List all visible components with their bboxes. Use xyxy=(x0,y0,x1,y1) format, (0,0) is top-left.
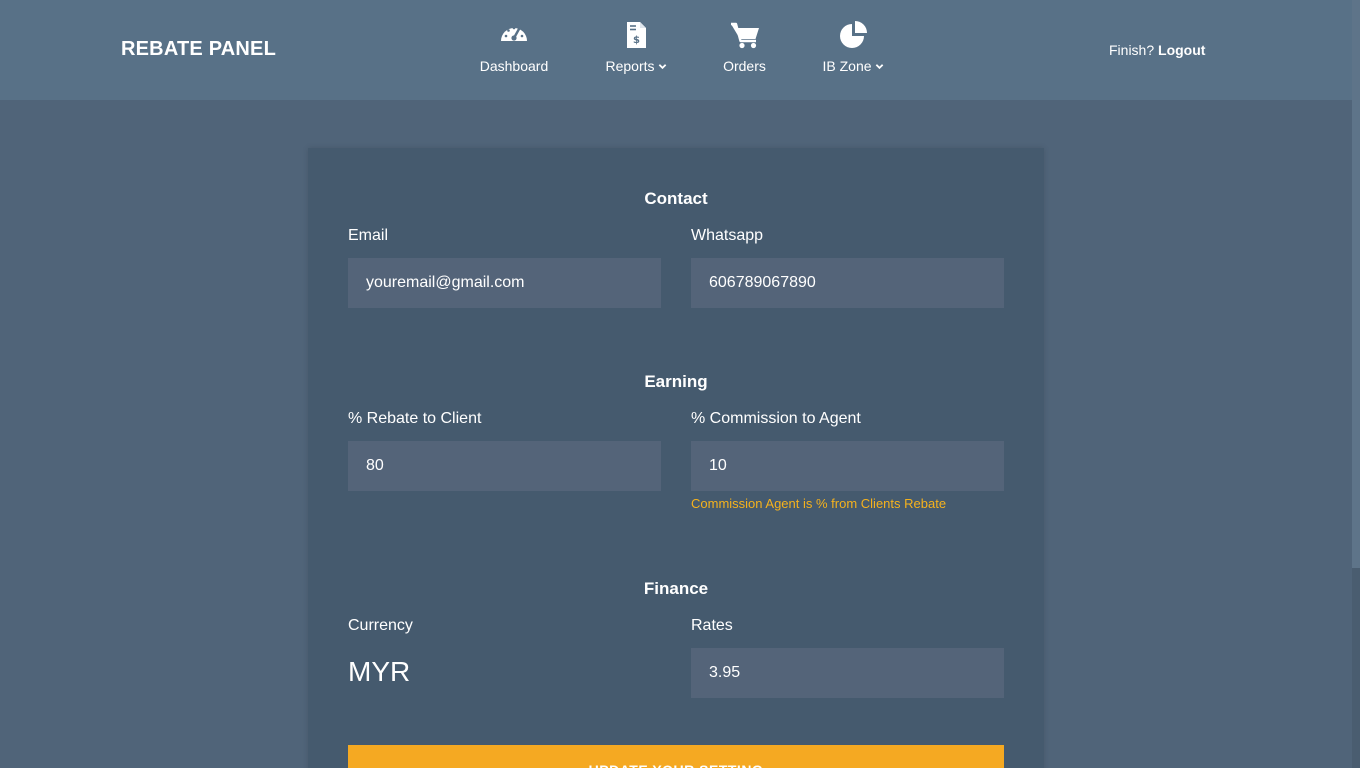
contact-section-title: Contact xyxy=(644,189,708,208)
currency-value: MYR xyxy=(348,656,411,687)
currency-label: Currency xyxy=(348,617,413,634)
rates-field[interactable] xyxy=(691,648,1004,698)
email-field[interactable] xyxy=(348,258,661,308)
page-scrollbar[interactable] xyxy=(1352,0,1360,768)
nav-dashboard[interactable]: Dashboard xyxy=(479,20,549,80)
finance-section-title: Finance xyxy=(643,579,709,598)
invoice-icon: $ xyxy=(627,22,646,48)
brand-title[interactable]: REBATE PANEL xyxy=(121,38,276,61)
speedometer-icon xyxy=(501,26,527,41)
cart-icon xyxy=(730,22,759,49)
rebate-label: % Rebate to Client xyxy=(348,410,482,427)
email-label: Email xyxy=(348,227,389,244)
whatsapp-field[interactable] xyxy=(691,258,1004,308)
nav-ib-zone[interactable]: IB Zone xyxy=(821,20,885,80)
chevron-down-icon xyxy=(875,63,883,69)
nav-dashboard-text: Dashboard xyxy=(479,58,549,74)
pie-chart-icon xyxy=(840,21,867,48)
commission-field[interactable] xyxy=(691,441,1004,491)
logout-link[interactable]: Logout xyxy=(1158,42,1205,58)
svg-text:$: $ xyxy=(633,35,640,46)
nav-orders[interactable]: Orders xyxy=(722,20,767,80)
commission-hint: Commission Agent is % from Clients Rebat… xyxy=(691,496,947,511)
chevron-down-icon xyxy=(658,63,666,69)
nav-orders-text: Orders xyxy=(723,58,766,74)
nav-reports-label: Reports xyxy=(605,58,666,74)
nav-dashboard-label: Dashboard xyxy=(480,58,549,74)
update-settings-button[interactable]: UPDATE YOUR SETTING xyxy=(348,745,1004,768)
commission-label: % Commission to Agent xyxy=(691,410,861,427)
whatsapp-label: Whatsapp xyxy=(691,227,764,244)
rebate-field[interactable] xyxy=(348,441,661,491)
logout-area: Finish? Logout xyxy=(1109,42,1205,58)
nav-ib-zone-label: IB Zone xyxy=(822,58,883,74)
earning-section-title: Earning xyxy=(644,372,708,391)
scrollbar-thumb[interactable] xyxy=(1352,0,1360,568)
nav-ib-zone-text: IB Zone xyxy=(822,58,872,74)
nav-orders-label: Orders xyxy=(723,58,766,74)
nav-reports-text: Reports xyxy=(605,58,655,74)
settings-card: Contact Email Whatsapp Earning % Rebate … xyxy=(308,148,1044,768)
top-navbar: REBATE PANEL Dashboard $ Reports Orders … xyxy=(0,0,1352,100)
rates-label: Rates xyxy=(691,617,733,634)
nav-reports[interactable]: $ Reports xyxy=(603,20,669,80)
logout-prompt: Finish? xyxy=(1109,42,1155,58)
